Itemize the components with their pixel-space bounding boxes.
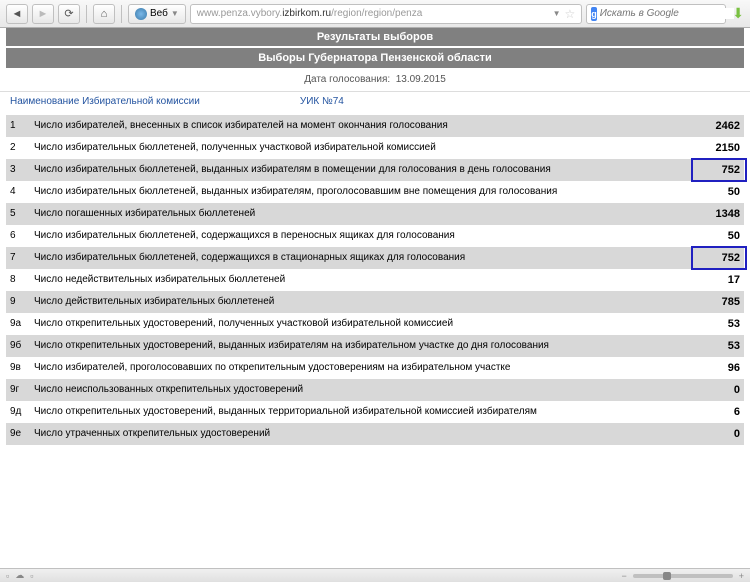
bookmark-star-icon[interactable]: ☆ xyxy=(565,7,576,21)
row-value: 2462 xyxy=(694,115,744,137)
page-title-2: Выборы Губернатора Пензенской области xyxy=(6,48,744,68)
row-value: 752 xyxy=(694,247,744,269)
table-row: 8Число недействительных избирательных бю… xyxy=(6,269,744,291)
row-description: Число открепительных удостоверений, выда… xyxy=(30,401,694,423)
row-value: 50 xyxy=(694,181,744,203)
table-row: 9аЧисло открепительных удостоверений, по… xyxy=(6,313,744,335)
table-row: 4Число избирательных бюллетеней, выданны… xyxy=(6,181,744,203)
table-row: 2Число избирательных бюллетеней, получен… xyxy=(6,137,744,159)
divider xyxy=(86,5,87,23)
row-description: Число избирательных бюллетеней, выданных… xyxy=(30,181,694,203)
row-value: 752 xyxy=(694,159,744,181)
browser-toolbar: ◄ ► ⟳ ⌂ Веб ▼ www.penza.vybory.izbirkom.… xyxy=(0,0,750,28)
row-value: 53 xyxy=(694,313,744,335)
google-icon: g xyxy=(591,7,597,21)
table-row: 9бЧисло открепительных удостоверений, вы… xyxy=(6,335,744,357)
table-row: 7Число избирательных бюллетеней, содержа… xyxy=(6,247,744,269)
row-value: 17 xyxy=(694,269,744,291)
row-number: 7 xyxy=(6,247,30,269)
row-description: Число утраченных открепительных удостове… xyxy=(30,423,694,445)
reload-button[interactable]: ⟳ xyxy=(58,4,80,24)
row-number: 9а xyxy=(6,313,30,335)
row-number: 8 xyxy=(6,269,30,291)
page-title-1: Результаты выборов xyxy=(6,28,744,46)
table-row: 5Число погашенных избирательных бюллетен… xyxy=(6,203,744,225)
table-row: 1Число избирателей, внесенных в список и… xyxy=(6,115,744,137)
row-value: 0 xyxy=(694,423,744,445)
row-number: 6 xyxy=(6,225,30,247)
table-row: 9вЧисло избирателей, проголосовавших по … xyxy=(6,357,744,379)
row-description: Число погашенных избирательных бюллетене… xyxy=(30,203,694,225)
row-number: 9е xyxy=(6,423,30,445)
table-row: 9еЧисло утраченных открепительных удосто… xyxy=(6,423,744,445)
row-number: 9д xyxy=(6,401,30,423)
row-number: 4 xyxy=(6,181,30,203)
row-description: Число избирателей, проголосовавших по от… xyxy=(30,357,694,379)
row-number: 9 xyxy=(6,291,30,313)
download-icon[interactable]: ⬇ xyxy=(732,5,744,22)
globe-icon xyxy=(135,8,147,20)
home-button[interactable]: ⌂ xyxy=(93,4,115,24)
zoom-in-icon[interactable]: + xyxy=(739,571,744,581)
row-description: Число открепительных удостоверений, выда… xyxy=(30,335,694,357)
web-label: Веб xyxy=(150,8,168,19)
table-row: 3Число избирательных бюллетеней, выданны… xyxy=(6,159,744,181)
row-description: Число избирательных бюллетеней, полученн… xyxy=(30,137,694,159)
status-icon: ☁ xyxy=(15,570,24,581)
chevron-down-icon: ▼ xyxy=(171,9,179,18)
zoom-thumb[interactable] xyxy=(663,572,671,580)
search-input[interactable] xyxy=(600,8,734,19)
divider xyxy=(121,5,122,23)
table-row: 6Число избирательных бюллетеней, содержа… xyxy=(6,225,744,247)
row-number: 9в xyxy=(6,357,30,379)
row-number: 9б xyxy=(6,335,30,357)
commission-label-link[interactable]: Наименование Избирательной комиссии xyxy=(10,96,200,107)
commission-uik-link[interactable]: УИК №74 xyxy=(300,96,344,107)
search-box[interactable]: g xyxy=(586,4,726,24)
url-text: www.penza.vybory.izbirkom.ru/region/regi… xyxy=(197,8,549,19)
back-button[interactable]: ◄ xyxy=(6,4,28,24)
commission-row: Наименование Избирательной комиссии УИК … xyxy=(0,91,750,115)
results-table: 1Число избирателей, внесенных в список и… xyxy=(6,115,744,445)
row-value: 6 xyxy=(694,401,744,423)
page-content: Результаты выборов Выборы Губернатора Пе… xyxy=(0,28,750,568)
table-row: 9Число действительных избирательных бюлл… xyxy=(6,291,744,313)
row-value: 1348 xyxy=(694,203,744,225)
row-number: 5 xyxy=(6,203,30,225)
row-number: 9г xyxy=(6,379,30,401)
row-number: 2 xyxy=(6,137,30,159)
row-number: 3 xyxy=(6,159,30,181)
url-bar[interactable]: www.penza.vybory.izbirkom.ru/region/regi… xyxy=(190,4,582,24)
chevron-down-icon[interactable]: ▼ xyxy=(553,9,561,18)
zoom-out-icon[interactable]: − xyxy=(621,571,626,581)
row-description: Число избирателей, внесенных в список из… xyxy=(30,115,694,137)
voting-date: Дата голосования: 13.09.2015 xyxy=(0,68,750,91)
row-description: Число избирательных бюллетеней, содержащ… xyxy=(30,225,694,247)
row-description: Число действительных избирательных бюлле… xyxy=(30,291,694,313)
zoom-slider[interactable] xyxy=(633,574,733,578)
forward-button[interactable]: ► xyxy=(32,4,54,24)
table-row: 9гЧисло неиспользованных открепительных … xyxy=(6,379,744,401)
row-description: Число избирательных бюллетеней, содержащ… xyxy=(30,247,694,269)
web-menu-button[interactable]: Веб ▼ xyxy=(128,4,186,24)
status-icon: ▫ xyxy=(30,571,33,581)
status-bar: ▫ ☁ ▫ − + xyxy=(0,568,750,582)
row-value: 50 xyxy=(694,225,744,247)
row-value: 785 xyxy=(694,291,744,313)
row-description: Число открепительных удостоверений, полу… xyxy=(30,313,694,335)
row-value: 96 xyxy=(694,357,744,379)
status-icon: ▫ xyxy=(6,571,9,581)
row-value: 0 xyxy=(694,379,744,401)
row-value: 2150 xyxy=(694,137,744,159)
table-row: 9дЧисло открепительных удостоверений, вы… xyxy=(6,401,744,423)
row-description: Число неиспользованных открепительных уд… xyxy=(30,379,694,401)
row-value: 53 xyxy=(694,335,744,357)
row-description: Число избирательных бюллетеней, выданных… xyxy=(30,159,694,181)
row-description: Число недействительных избирательных бюл… xyxy=(30,269,694,291)
row-number: 1 xyxy=(6,115,30,137)
